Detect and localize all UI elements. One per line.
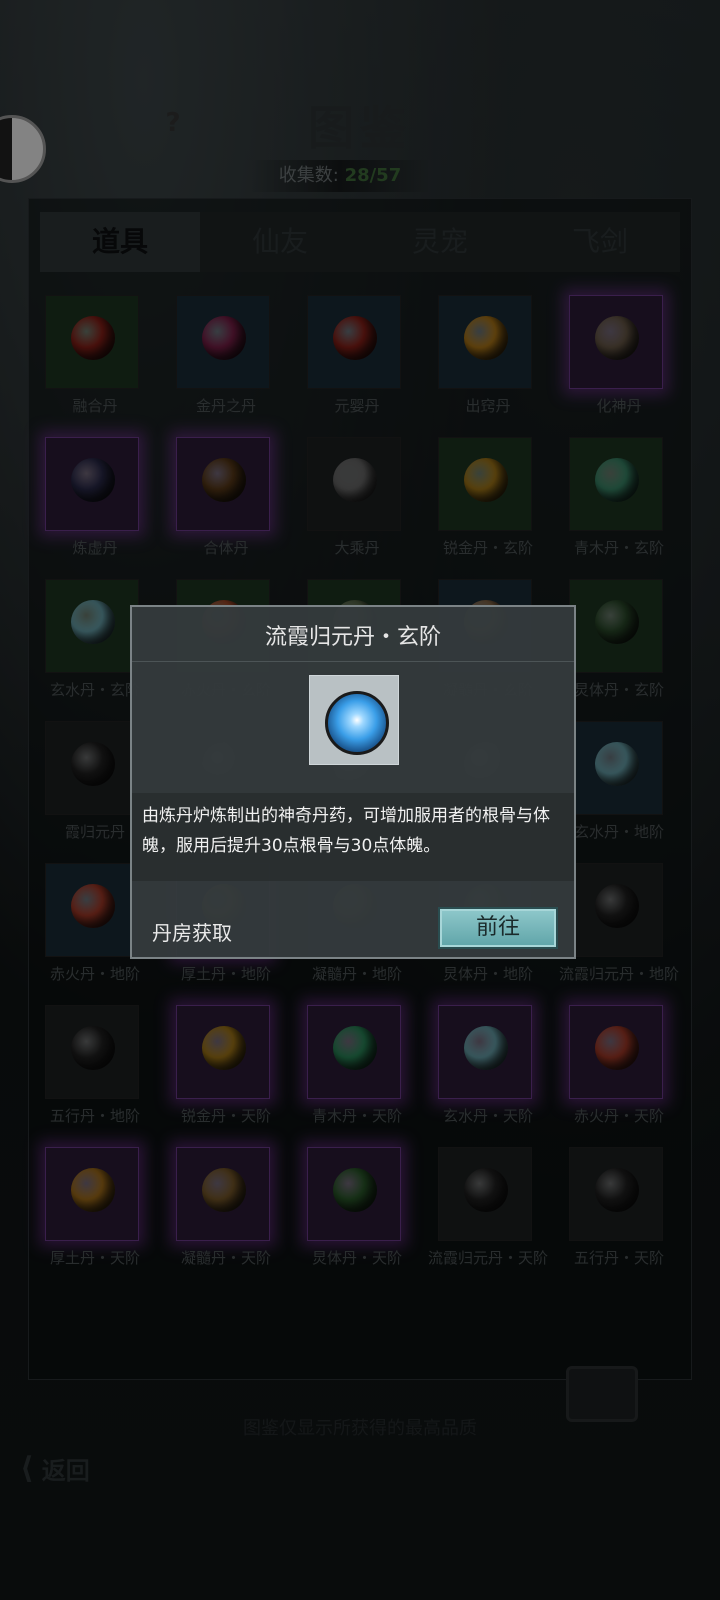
popup-title: 流霞归元丹・玄阶 [264, 625, 441, 650]
item-icon-frame [309, 675, 399, 765]
goto-button[interactable]: 前往 [438, 907, 558, 949]
item-detail-popup: 流霞归元丹・玄阶 由炼丹炉炼制出的神奇丹药，可增加服用者的根骨与体魄，服用后提升… [130, 605, 576, 959]
blue-pill-icon [325, 691, 389, 755]
divider [132, 661, 574, 662]
popup-source: 丹房获取 [152, 921, 232, 945]
popup-description: 由炼丹炉炼制出的神奇丹药，可增加服用者的根骨与体魄，服用后提升30点根骨与30点… [132, 793, 574, 881]
